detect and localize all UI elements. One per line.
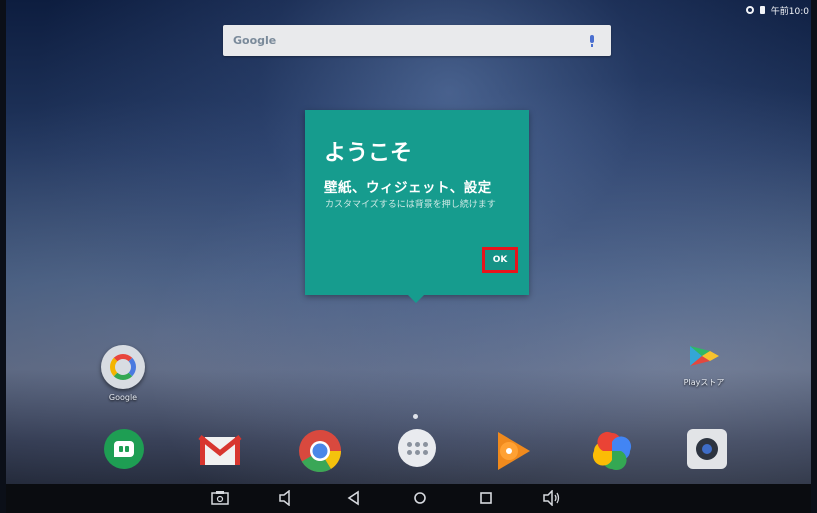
mic-icon[interactable]	[587, 34, 597, 48]
app-drawer-button[interactable]	[398, 429, 440, 471]
gmail-app[interactable]	[198, 429, 242, 471]
welcome-dialog: ようこそ 壁紙、ウィジェット、設定 カスタマイズするには背景を押し続けます OK	[305, 110, 529, 303]
navigation-bar	[6, 484, 811, 513]
google-logo: Google	[233, 34, 277, 47]
apps-grid-icon	[398, 429, 436, 467]
photos-app[interactable]	[590, 429, 632, 471]
photos-pinwheel-icon	[592, 431, 632, 471]
play-music-icon	[498, 432, 530, 470]
play-store-app[interactable]: Playストア	[682, 343, 726, 388]
status-bar: 午前10:0	[745, 2, 809, 18]
sync-icon	[745, 6, 754, 14]
hangouts-icon	[104, 429, 144, 469]
gmail-icon	[198, 435, 242, 465]
google-search-bar[interactable]: Google	[223, 25, 611, 56]
battery-icon	[759, 6, 765, 14]
screenshot-icon[interactable]	[211, 490, 229, 506]
google-g-icon	[110, 354, 136, 380]
camera-icon	[687, 429, 727, 469]
play-store-label: Playストア	[683, 378, 725, 387]
play-music-app[interactable]	[492, 429, 534, 471]
hangouts-app[interactable]	[104, 429, 146, 471]
status-time: 午前10:0	[770, 6, 809, 17]
ok-button[interactable]: OK	[482, 247, 518, 273]
volume-down-icon[interactable]	[278, 490, 296, 506]
home-icon[interactable]	[411, 490, 429, 506]
camera-app[interactable]	[687, 429, 729, 471]
dialog-body: カスタマイズするには背景を押し続けます	[325, 200, 496, 210]
chrome-icon	[299, 430, 341, 473]
back-icon[interactable]	[345, 490, 363, 506]
volume-up-icon[interactable]	[543, 490, 561, 506]
google-folder-label: Google	[108, 393, 138, 402]
google-folder[interactable]: Google	[101, 345, 145, 402]
google-folder-icon	[101, 345, 145, 389]
dialog-title: ようこそ	[324, 141, 413, 166]
dock	[0, 424, 817, 476]
page-indicator-dot	[413, 414, 418, 419]
dialog-subtitle: 壁紙、ウィジェット、設定	[324, 180, 492, 196]
chrome-app[interactable]	[298, 429, 341, 473]
recents-icon[interactable]	[477, 490, 495, 506]
